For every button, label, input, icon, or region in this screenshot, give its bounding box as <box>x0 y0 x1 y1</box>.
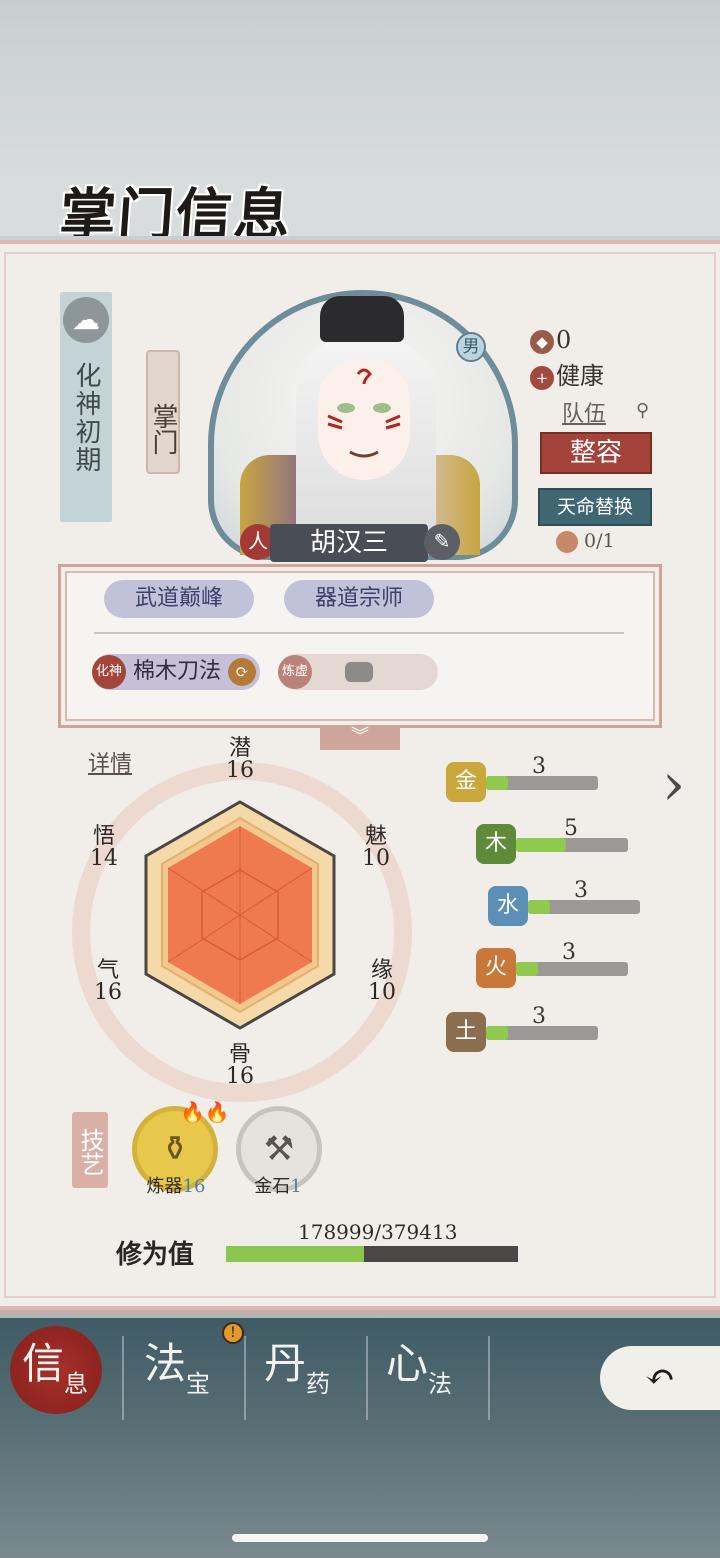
nav-tab-main: 法 <box>144 1339 187 1388</box>
stat-label: 魅 <box>364 824 387 849</box>
reputation-row: ◆ 0 <box>530 324 571 356</box>
nav-tab-treasure[interactable]: 法宝 <box>144 1330 264 1420</box>
artifact-icon <box>345 662 373 682</box>
heart-icon: + <box>530 365 554 390</box>
nav-tab-main: 信 <box>22 1339 65 1388</box>
stat-label: 骨 <box>228 1042 251 1067</box>
alert-badge: ! <box>222 1322 244 1344</box>
stat-qi: 气 16 <box>88 960 128 1004</box>
portrait-crown <box>320 296 404 342</box>
element-value: 3 <box>574 878 588 903</box>
element-value: 3 <box>532 1004 546 1029</box>
nav-tab-sub: 息 <box>64 1370 89 1398</box>
character-name: 胡汉三 <box>270 524 428 562</box>
gender-badge: 男 <box>456 332 486 362</box>
nav-tab-info[interactable]: 信息 <box>22 1330 142 1420</box>
cultivation-label: 修为值 <box>116 1240 195 1270</box>
element-icon: 木 <box>476 824 516 864</box>
nav-tab-sub: 宝 <box>186 1370 211 1398</box>
nav-tab-main: 心 <box>386 1339 429 1388</box>
traits-divider <box>94 632 624 634</box>
technique-pill-empty[interactable]: 炼虚 <box>278 654 438 690</box>
element-icon: 火 <box>476 948 516 988</box>
element-bar-fill <box>486 1026 508 1040</box>
cloud-icon: ☁ <box>63 297 109 343</box>
stat-value: 14 <box>90 846 118 871</box>
stat-value: 16 <box>226 1064 254 1089</box>
trait-pill[interactable]: 器道宗师 <box>284 580 434 618</box>
stat-yuan: 缘 10 <box>362 960 402 1004</box>
reputation-icon: ◆ <box>530 329 554 354</box>
stat-value: 16 <box>94 980 122 1005</box>
stat-label: 缘 <box>370 958 393 983</box>
nav-tab-main: 丹 <box>264 1339 307 1388</box>
makeup-button[interactable]: 整容 <box>540 432 652 474</box>
stat-label: 气 <box>96 958 119 983</box>
nav-divider <box>244 1336 246 1420</box>
stat-qian: 潜 16 <box>220 738 260 782</box>
technique-realm-badge: 化神 <box>92 655 126 689</box>
technique-realm-badge: 炼虚 <box>278 655 312 689</box>
element-bar-fill <box>516 962 538 976</box>
stat-label: 悟 <box>92 824 115 849</box>
element-bar-fill <box>516 838 566 852</box>
stats-radar-chart <box>144 800 336 1030</box>
stat-value: 10 <box>368 980 396 1005</box>
stat-mei: 魅 10 <box>356 826 396 870</box>
skill-level: 1 <box>290 1176 302 1197</box>
nav-divider <box>122 1336 124 1420</box>
scroll-icon <box>556 531 578 553</box>
realm-label: 化神初期 <box>71 362 101 474</box>
stat-value: 10 <box>362 846 390 871</box>
fire-icon: 🔥🔥 <box>180 1100 230 1124</box>
element-bar-fill <box>486 776 508 790</box>
stat-gu: 骨 16 <box>220 1044 260 1088</box>
health-status: 健康 <box>556 362 604 390</box>
trait-pill[interactable]: 武道巅峰 <box>104 580 254 618</box>
technique-pill[interactable]: 化神 棉木刀法 ⟳ <box>92 654 260 690</box>
role-label: 掌门 <box>146 350 180 474</box>
expand-chevron-icon[interactable]: ︾ <box>320 726 400 750</box>
technique-name: 棉木刀法 <box>133 659 222 684</box>
swap-icon[interactable]: ⟳ <box>228 658 257 686</box>
element-bar-fill <box>528 900 550 914</box>
cauldron-icon: ⚱ <box>160 1129 190 1169</box>
health-row: + 健康 <box>530 360 604 392</box>
next-page-arrow-icon[interactable]: › <box>662 750 685 818</box>
nav-tab-sub: 药 <box>306 1370 331 1398</box>
cultivation-bar-fill <box>226 1246 364 1262</box>
skill-forging-label: 炼器16 <box>126 1172 226 1198</box>
cultivation-value: 178999/379413 <box>298 1220 458 1244</box>
home-indicator[interactable] <box>232 1534 488 1542</box>
element-icon: 金 <box>446 762 486 802</box>
skill-jinshi-label: 金石1 <box>228 1172 328 1198</box>
location-pin-icon[interactable]: ⚲ <box>636 400 650 421</box>
skill-level: 16 <box>182 1176 206 1197</box>
team-link[interactable]: 队伍 <box>562 396 606 428</box>
rename-brush-icon[interactable]: ✎ <box>424 524 460 560</box>
element-icon: 水 <box>488 886 528 926</box>
nav-divider <box>488 1336 490 1420</box>
element-value: 3 <box>562 940 576 965</box>
face-features-icon <box>327 368 401 458</box>
fate-count: 0/1 <box>556 530 615 553</box>
reputation-value: 0 <box>556 326 572 354</box>
skill-name: 炼器 <box>146 1176 183 1197</box>
portrait-face <box>318 360 410 480</box>
nav-divider <box>366 1336 368 1420</box>
stat-label: 潜 <box>228 736 251 761</box>
hammer-icon: ⚒ <box>263 1129 295 1169</box>
stat-value: 16 <box>226 758 254 783</box>
fate-count-value: 0/1 <box>584 530 615 552</box>
element-icon: 土 <box>446 1012 486 1052</box>
back-arrow-icon[interactable]: ↶ <box>600 1346 720 1410</box>
element-value: 5 <box>564 816 578 841</box>
stat-wu: 悟 14 <box>84 826 124 870</box>
skills-section-label: 技艺 <box>72 1112 108 1188</box>
skill-name: 金石 <box>254 1176 291 1197</box>
element-value: 3 <box>532 754 546 779</box>
fate-replace-button[interactable]: 天命替换 <box>538 488 652 526</box>
details-link[interactable]: 详情 <box>88 746 132 778</box>
nav-tab-sub: 法 <box>428 1370 453 1398</box>
